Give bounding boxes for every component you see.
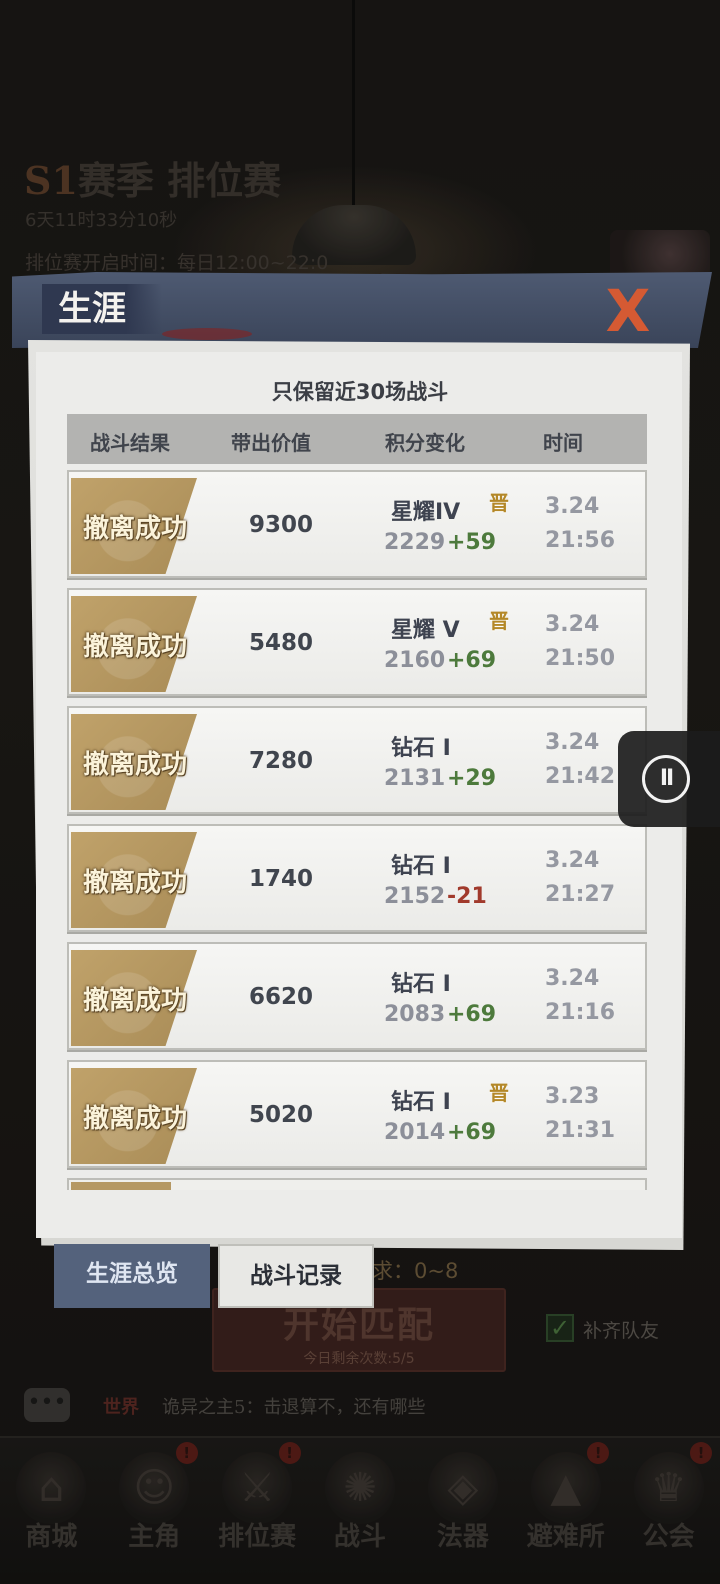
record-row[interactable]: 撤离成功 7280 钻石 I 2131 +29 3.24 21:42 [67,706,647,814]
record-time: 21:50 [545,646,616,671]
record-date: 3.23 [545,1084,600,1109]
record-score: 2131 [384,766,446,791]
record-score-delta: -21 [447,884,487,909]
record-rank: 钻石 I [391,736,451,761]
promotion-icon: 晋 [489,609,509,633]
record-value: 6620 [249,984,314,1010]
record-score-delta: +69 [447,648,497,673]
record-score-delta: +69 [447,1002,497,1027]
column-time: 时间 [543,431,583,455]
record-row[interactable]: 撤离成功 5020 钻石 I 晋 2014 +69 3.23 21:31 [67,1060,647,1168]
record-row[interactable]: 撤离成功 1740 钻石 I 2152 -21 3.24 21:27 [67,824,647,932]
record-date: 3.24 [545,848,600,873]
records-list[interactable]: 撤离成功 9300 星耀IV 晋 2229 +59 3.24 21:56 撤离成功 5480 星耀 … [67,470,647,1190]
record-score: 2160 [384,648,446,673]
record-rank: 钻石 I [391,854,451,879]
column-value: 带出价值 [231,431,311,455]
record-row-partial[interactable] [67,1178,647,1190]
record-score-delta: +29 [447,766,497,791]
record-score-delta: +69 [447,1120,497,1145]
close-button[interactable]: X [598,282,658,340]
table-header: 战斗结果 带出价值 积分变化 时间 [67,414,647,464]
record-time: 21:31 [545,1118,616,1143]
record-time: 21:56 [545,528,616,553]
record-value: 5020 [249,1102,314,1128]
record-score: 2083 [384,1002,446,1027]
promotion-icon: 晋 [489,1081,509,1105]
record-value: 1740 [249,866,314,892]
record-time: 21:16 [545,1000,616,1025]
record-score: 2229 [384,530,446,555]
record-score: 2152 [384,884,446,909]
record-score: 2014 [384,1120,446,1145]
record-date: 3.24 [545,612,600,637]
record-row[interactable]: 撤离成功 9300 星耀IV 晋 2229 +59 3.24 21:56 [67,470,647,578]
record-result: 撤离成功 [83,632,188,662]
promotion-icon: 晋 [489,491,509,515]
record-result: 撤离成功 [83,1104,188,1134]
tab-career-overview[interactable]: 生涯总览 [54,1244,210,1308]
column-result: 战斗结果 [90,431,170,455]
pause-overlay[interactable]: II [618,731,720,827]
records-subtitle: 只保留近30场战斗 [271,380,449,404]
record-result: 撤离成功 [83,514,188,544]
record-value: 9300 [249,512,314,538]
record-rank: 星耀 V [391,618,460,643]
record-value: 5480 [249,630,314,656]
pause-icon[interactable]: II [642,755,690,803]
record-value: 7280 [249,748,314,774]
record-date: 3.24 [545,966,600,991]
record-date: 3.24 [545,494,600,519]
record-result: 撤离成功 [83,986,188,1016]
tab-battle-records[interactable]: 战斗记录 [218,1244,374,1308]
record-time: 21:42 [545,764,616,789]
record-score-delta: +59 [447,530,497,555]
modal-title: 生涯 [42,284,162,334]
column-score: 积分变化 [385,431,465,455]
record-row[interactable]: 撤离成功 6620 钻石 I 2083 +69 3.24 21:16 [67,942,647,1050]
record-rank: 钻石 I [391,1090,451,1115]
record-rank: 星耀IV [391,500,461,525]
record-rank: 钻石 I [391,972,451,997]
record-result: 撤离成功 [83,868,188,898]
record-row[interactable]: 撤离成功 5480 星耀 V 晋 2160 +69 3.24 21:50 [67,588,647,696]
record-time: 21:27 [545,882,616,907]
record-date: 3.24 [545,730,600,755]
record-result: 撤离成功 [83,750,188,780]
